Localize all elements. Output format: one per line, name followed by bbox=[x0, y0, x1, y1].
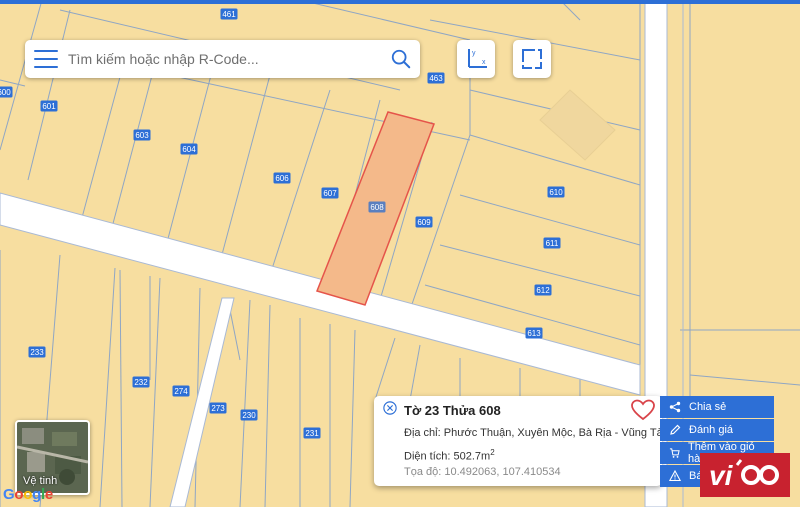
review-label: Đánh giá bbox=[689, 424, 734, 436]
select-area-icon bbox=[522, 49, 542, 69]
area-select-tool-button[interactable] bbox=[513, 40, 551, 78]
parcel-label-461: 461 bbox=[222, 10, 236, 19]
popup-area: Diện tích: 502.7m2 bbox=[404, 448, 495, 463]
parcel-label-610: 610 bbox=[549, 188, 563, 197]
parcel-label-601: 601 bbox=[42, 102, 56, 111]
parcel-label-274: 274 bbox=[174, 387, 188, 396]
parcel-label-600: 600 bbox=[0, 88, 11, 97]
axis-coordinate-tool-button[interactable]: yx bbox=[457, 40, 495, 78]
popup-coords: Tọa độ: 10.492063, 107.410534 bbox=[404, 466, 561, 478]
close-icon[interactable] bbox=[383, 401, 397, 415]
heart-icon[interactable] bbox=[630, 399, 656, 421]
search-bar[interactable] bbox=[25, 40, 420, 78]
svg-text:y: y bbox=[472, 50, 476, 57]
parcel-label-604: 604 bbox=[182, 145, 196, 154]
parcel-label-603: 603 bbox=[135, 131, 149, 140]
parcel-info-popup: Tờ 23 Thửa 608 Địa chỉ: Phước Thuận, Xuy… bbox=[374, 396, 669, 486]
svg-text:vi: vi bbox=[709, 460, 734, 491]
parcel-label-230: 230 bbox=[242, 411, 256, 420]
review-button[interactable]: Đánh giá bbox=[660, 419, 774, 441]
parcel-label-463: 463 bbox=[429, 74, 443, 83]
parcel-label-233: 233 bbox=[30, 348, 44, 357]
parcel-label-273: 273 bbox=[211, 404, 225, 413]
parcel-label-613: 613 bbox=[527, 329, 541, 338]
popup-title: Tờ 23 Thửa 608 bbox=[404, 403, 501, 418]
svg-text:x: x bbox=[482, 59, 486, 66]
google-logo: Google bbox=[3, 486, 53, 503]
satellite-toggle[interactable]: Vệ tinh bbox=[15, 420, 90, 495]
parcel-label-612: 612 bbox=[536, 286, 550, 295]
popup-area-text: Diện tích: 502.7m bbox=[404, 450, 491, 463]
vico-logo-mark: vi bbox=[709, 459, 779, 491]
share-label: Chia sẻ bbox=[689, 401, 727, 413]
parcel-label-609: 609 bbox=[417, 218, 431, 227]
popup-address: Địa chỉ: Phước Thuận, Xuyên Mộc, Bà Rịa … bbox=[404, 427, 669, 439]
parcel-label-606: 606 bbox=[275, 174, 289, 183]
warning-icon bbox=[669, 470, 681, 482]
axis-icon: yx bbox=[468, 49, 487, 68]
top-accent-bar bbox=[0, 0, 800, 4]
parcel-label-611: 611 bbox=[546, 239, 559, 248]
cart-icon bbox=[669, 448, 680, 458]
parcel-label-231: 231 bbox=[305, 429, 319, 438]
share-button[interactable]: Chia sẻ bbox=[660, 396, 774, 418]
parcel-label-232: 232 bbox=[134, 378, 148, 387]
search-icon[interactable] bbox=[390, 48, 412, 70]
pencil-icon bbox=[670, 424, 681, 435]
menu-icon[interactable] bbox=[34, 50, 58, 68]
parcel-label-607: 607 bbox=[323, 189, 337, 198]
vico-brand-logo: vi bbox=[700, 453, 790, 497]
share-icon bbox=[669, 401, 681, 413]
popup-area-sup: 2 bbox=[490, 448, 495, 457]
search-input[interactable] bbox=[66, 50, 380, 68]
parcel-label-608: 608 bbox=[370, 203, 384, 212]
